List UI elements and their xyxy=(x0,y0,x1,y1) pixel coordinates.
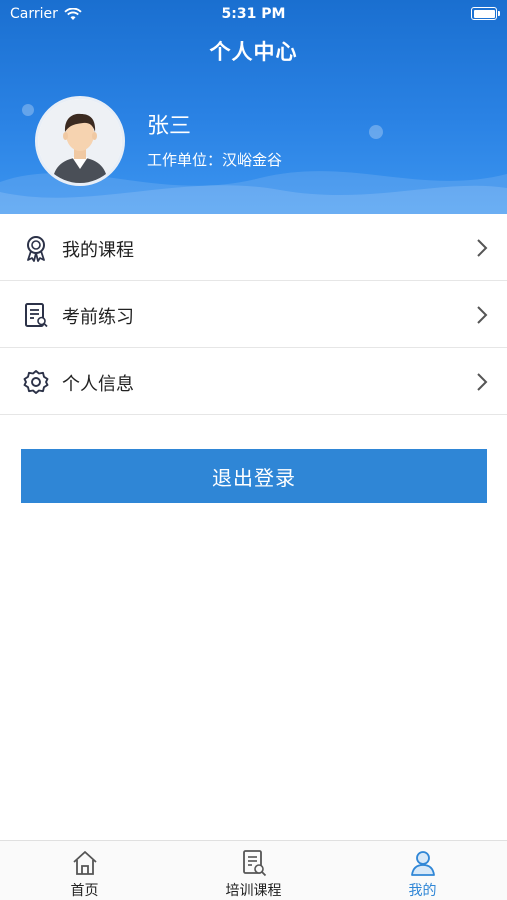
work-unit: 工作单位： 汉峪金谷 xyxy=(147,149,282,170)
menu-label: 我的课程 xyxy=(62,240,134,261)
menu-item-my-courses[interactable]: 我的课程 xyxy=(0,214,507,281)
avatar[interactable] xyxy=(35,96,125,186)
profile-header: Carrier 5:31 PM 个人中心 张三 工作单位： 汉峪金谷 xyxy=(0,0,507,214)
tab-training-courses[interactable]: 培训课程 xyxy=(169,841,338,900)
course-search-icon xyxy=(242,850,266,877)
menu-label: 考前练习 xyxy=(62,307,134,328)
menu-item-exam-practice[interactable]: 考前练习 xyxy=(0,281,507,348)
tab-home[interactable]: 首页 xyxy=(0,841,169,900)
tab-label: 我的 xyxy=(408,883,437,899)
menu-item-personal-info[interactable]: 个人信息 xyxy=(0,348,507,415)
work-unit-value: 汉峪金谷 xyxy=(222,151,283,169)
user-name: 张三 xyxy=(147,114,192,139)
status-time: 5:31 PM xyxy=(221,6,286,22)
chevron-right-icon xyxy=(477,239,488,257)
tab-label: 首页 xyxy=(70,883,99,899)
avatar-person-icon xyxy=(38,99,122,183)
decor-dot xyxy=(369,125,383,139)
tab-mine[interactable]: 我的 xyxy=(338,841,507,900)
tab-bar: 首页 培训课程 我的 xyxy=(0,840,507,900)
chevron-right-icon xyxy=(477,306,488,324)
chevron-right-icon xyxy=(477,373,488,391)
profile-menu: 我的课程 考前练习 个人信息 xyxy=(0,214,507,415)
user-icon xyxy=(410,851,435,876)
menu-label: 个人信息 xyxy=(62,374,134,395)
gear-icon xyxy=(23,370,49,394)
exam-practice-icon xyxy=(25,303,48,328)
page-title: 个人中心 xyxy=(209,40,298,64)
award-icon xyxy=(27,236,45,262)
logout-button[interactable]: 退出登录 xyxy=(21,449,487,503)
work-unit-label: 工作单位： xyxy=(147,151,223,169)
home-icon xyxy=(72,851,97,875)
battery-icon xyxy=(471,7,500,20)
decor-dot xyxy=(22,104,34,116)
status-bar: Carrier 5:31 PM xyxy=(0,0,507,28)
tab-label: 培训课程 xyxy=(225,883,282,899)
